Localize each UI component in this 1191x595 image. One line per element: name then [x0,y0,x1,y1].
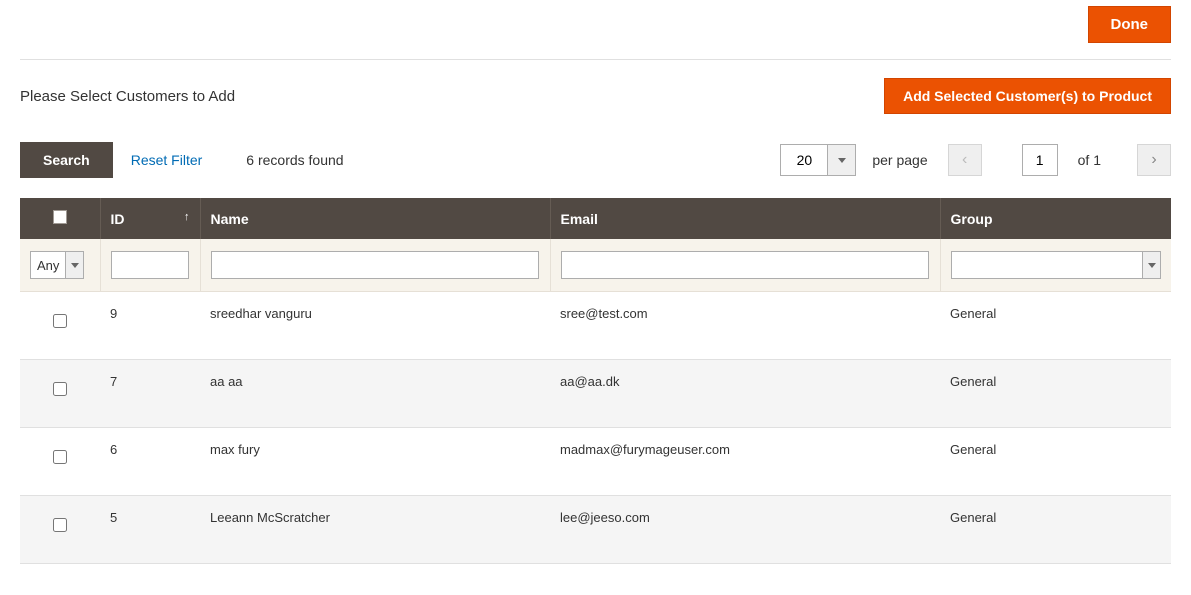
filter-any-dropdown-icon[interactable] [65,252,83,278]
total-pages-label: of 1 [1078,152,1101,168]
prev-page-button[interactable]: ‹ [948,144,982,176]
reset-filter-link[interactable]: Reset Filter [131,152,203,168]
chevron-down-icon [838,158,846,163]
page-size-dropdown-icon[interactable] [827,145,855,175]
row-checkbox[interactable] [53,314,67,328]
cell-email: madmax@furymageuser.com [550,428,940,496]
filter-email-input[interactable] [561,251,929,279]
row-checkbox[interactable] [53,382,67,396]
instruction-text: Please Select Customers to Add [20,88,235,105]
filter-id-input[interactable] [111,251,189,279]
cell-group: General [940,292,1171,360]
filter-any-label: Any [31,258,65,273]
chevron-right-icon: › [1151,151,1156,169]
cell-id: 7 [100,360,200,428]
cell-email: lee@jeeso.com [550,496,940,564]
cell-id: 9 [100,292,200,360]
cell-name: sreedhar vanguru [200,292,550,360]
cell-name: Leeann McScratcher [200,496,550,564]
row-checkbox[interactable] [53,518,67,532]
cell-group: General [940,564,1171,579]
chevron-left-icon: ‹ [962,151,967,169]
cell-email: aa@aa.dk [550,360,940,428]
cell-group: General [940,360,1171,428]
cell-id: 5 [100,496,200,564]
cell-email: jack@example.com [550,564,940,579]
row-checkbox[interactable] [53,450,67,464]
cell-group: General [940,428,1171,496]
cell-name: max fury [200,428,550,496]
filter-group-dropdown-icon[interactable] [1142,252,1160,278]
cell-id: 4 [100,564,200,579]
grid-scroll-area[interactable]: ID↑ Name Email Group Any [20,198,1171,578]
filter-group-select[interactable] [951,251,1162,279]
chevron-down-icon [1148,263,1156,268]
filter-any-select[interactable]: Any [30,251,84,279]
records-found-text: 6 records found [246,152,343,168]
cell-id: 6 [100,428,200,496]
cell-name: aa aa [200,360,550,428]
col-header-email[interactable]: Email [550,198,940,239]
customers-table: ID↑ Name Email Group Any [20,198,1171,578]
header-checkbox-icon[interactable] [53,210,67,224]
sort-asc-icon: ↑ [184,211,190,223]
done-button[interactable]: Done [1088,6,1172,43]
chevron-down-icon [71,263,79,268]
cell-group: General [940,496,1171,564]
next-page-button[interactable]: › [1137,144,1171,176]
col-header-group[interactable]: Group [940,198,1171,239]
filter-name-input[interactable] [211,251,539,279]
col-header-checkbox[interactable] [20,198,100,239]
add-selected-button[interactable]: Add Selected Customer(s) to Product [884,78,1171,114]
page-size-input[interactable] [781,145,827,175]
page-number-input[interactable] [1022,144,1058,176]
col-header-name[interactable]: Name [200,198,550,239]
divider [20,59,1171,60]
cell-name: Jack Fitz [200,564,550,579]
page-size-select[interactable] [780,144,856,176]
search-button[interactable]: Search [20,142,113,178]
cell-email: sree@test.com [550,292,940,360]
per-page-label: per page [872,152,927,168]
col-header-id[interactable]: ID↑ [100,198,200,239]
